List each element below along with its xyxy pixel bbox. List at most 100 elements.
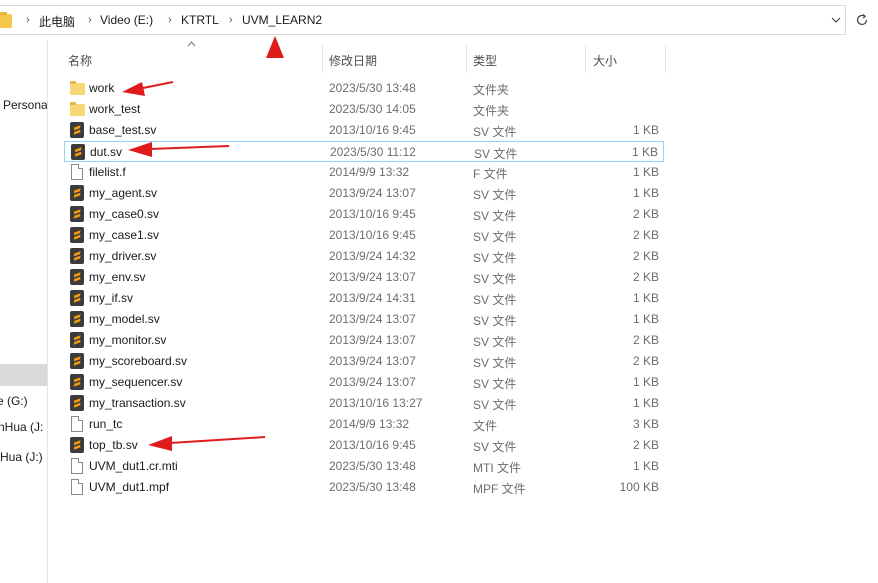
file-type: MPF 文件	[473, 482, 526, 496]
folder-icon	[0, 12, 12, 28]
file-icon	[71, 164, 83, 180]
file-row[interactable]: dut.sv 2023/5/30 11:12 SV 文件 1 KB	[64, 141, 664, 162]
breadcrumb-drive-e[interactable]: Video (E:)	[100, 13, 153, 27]
column-header-type[interactable]: 类型	[467, 40, 585, 76]
file-size: 1 KB	[632, 165, 659, 179]
file-row[interactable]: my_monitor.sv 2013/9/24 13:07 SV 文件 2 KB	[64, 330, 664, 351]
sv-file-icon	[70, 206, 84, 222]
file-row[interactable]: base_test.sv 2013/10/16 9:45 SV 文件 1 KB	[64, 120, 664, 141]
file-size: 2 KB	[632, 249, 659, 263]
file-date: 2013/10/16 9:45	[329, 228, 416, 242]
file-size: 1 KB	[632, 291, 659, 305]
file-date: 2013/10/16 9:45	[329, 207, 416, 221]
file-date: 2023/5/30 13:48	[329, 480, 416, 494]
nav-item-drive-g[interactable]: e (G:)	[0, 390, 47, 412]
file-row[interactable]: my_sequencer.sv 2013/9/24 13:07 SV 文件 1 KB	[64, 372, 664, 393]
file-row[interactable]: top_tb.sv 2013/10/16 9:45 SV 文件 2 KB	[64, 435, 664, 456]
folder-icon	[70, 102, 85, 116]
file-type: SV 文件	[473, 209, 517, 223]
file-type: 文件夹	[473, 83, 510, 97]
file-row[interactable]: UVM_dut1.mpf 2023/5/30 13:48 MPF 文件 100 KB	[64, 477, 664, 498]
file-row[interactable]: my_agent.sv 2013/9/24 13:07 SV 文件 1 KB	[64, 183, 664, 204]
file-row[interactable]: my_case1.sv 2013/10/16 9:45 SV 文件 2 KB	[64, 225, 664, 246]
column-header-name[interactable]: 名称	[64, 40, 322, 76]
chevron-right-icon[interactable]: ›	[26, 14, 30, 26]
file-size: 2 KB	[632, 228, 659, 242]
file-icon	[71, 458, 83, 474]
sv-file-icon	[70, 353, 84, 369]
nav-item-drive-j-1[interactable]: nHua (J:	[0, 416, 47, 438]
breadcrumb-uvm-learn2[interactable]: UVM_LEARN2	[242, 13, 322, 27]
file-date: 2023/5/30 14:05	[329, 102, 416, 116]
address-box[interactable]: › 此电脑 › Video (E:) › KTRTL › UVM_LEARN2	[0, 5, 846, 35]
file-type: SV 文件	[473, 398, 517, 412]
breadcrumb-ktrtl[interactable]: KTRTL	[181, 13, 219, 27]
file-size: 1 KB	[632, 459, 659, 473]
file-name: my_case1.sv	[89, 228, 160, 242]
file-date: 2014/9/9 13:32	[329, 417, 410, 431]
refresh-icon[interactable]	[853, 11, 871, 29]
file-name: filelist.f	[89, 165, 126, 179]
nav-item-selected[interactable]	[0, 364, 47, 386]
file-name: work	[89, 81, 115, 95]
file-date: 2013/9/24 14:31	[329, 291, 416, 305]
sv-file-icon	[70, 185, 84, 201]
breadcrumb-this-pc[interactable]: 此电脑	[39, 13, 75, 30]
file-row[interactable]: run_tc 2014/9/9 13:32 文件 3 KB	[64, 414, 664, 435]
file-type: SV 文件	[473, 188, 517, 202]
column-header-date[interactable]: 修改日期	[323, 40, 466, 76]
file-name: dut.sv	[90, 145, 123, 159]
file-date: 2013/9/24 13:07	[329, 270, 416, 284]
file-size: 1 KB	[631, 145, 658, 159]
file-name: my_transaction.sv	[89, 396, 186, 410]
file-row[interactable]: my_transaction.sv 2013/10/16 13:27 SV 文件 1 …	[64, 393, 664, 414]
file-row[interactable]: my_driver.sv 2013/9/24 14:32 SV 文件 2 KB	[64, 246, 664, 267]
file-row[interactable]: my_scoreboard.sv 2013/9/24 13:07 SV 文件 2 KB	[64, 351, 664, 372]
file-row[interactable]: my_case0.sv 2013/10/16 9:45 SV 文件 2 KB	[64, 204, 664, 225]
file-row[interactable]: UVM_dut1.cr.mti 2023/5/30 13:48 MTI 文件 1 KB	[64, 456, 664, 477]
file-type: SV 文件	[473, 251, 517, 265]
chevron-right-icon[interactable]: ›	[168, 14, 172, 26]
file-type: SV 文件	[473, 377, 517, 391]
file-type: SV 文件	[473, 125, 517, 139]
column-header-label: 修改日期	[329, 54, 378, 68]
file-row[interactable]: my_env.sv 2013/9/24 13:07 SV 文件 2 KB	[64, 267, 664, 288]
sv-file-icon	[71, 144, 85, 160]
file-name: base_test.sv	[89, 123, 157, 137]
sv-file-icon	[70, 227, 84, 243]
file-name: UVM_dut1.cr.mti	[89, 459, 178, 473]
file-row[interactable]: my_model.sv 2013/9/24 13:07 SV 文件 1 KB	[64, 309, 664, 330]
file-date: 2013/10/16 9:45	[329, 438, 416, 452]
file-date: 2013/10/16 9:45	[329, 123, 416, 137]
chevron-right-icon[interactable]: ›	[229, 14, 233, 26]
file-date: 2013/9/24 13:07	[329, 333, 416, 347]
file-type: SV 文件	[473, 272, 517, 286]
nav-item-label: Hua (J:)	[0, 450, 43, 464]
file-row[interactable]: work_test 2023/5/30 14:05 文件夹	[64, 99, 664, 120]
sv-file-icon	[70, 248, 84, 264]
file-row[interactable]: work 2023/5/30 13:48 文件夹	[64, 78, 664, 99]
chevron-right-icon[interactable]: ›	[88, 14, 92, 26]
chevron-down-icon[interactable]	[830, 13, 842, 27]
file-size: 1 KB	[632, 312, 659, 326]
file-row[interactable]: filelist.f 2014/9/9 13:32 F 文件 1 KB	[64, 162, 664, 183]
file-size: 2 KB	[632, 333, 659, 347]
file-date: 2013/9/24 13:07	[329, 312, 416, 326]
file-name: my_driver.sv	[89, 249, 157, 263]
file-type: SV 文件	[473, 335, 517, 349]
file-row[interactable]: my_if.sv 2013/9/24 14:31 SV 文件 1 KB	[64, 288, 664, 309]
column-header-label: 大小	[593, 54, 618, 68]
column-divider[interactable]	[665, 45, 666, 73]
file-date: 2013/9/24 13:07	[329, 354, 416, 368]
file-size: 1 KB	[632, 123, 659, 137]
file-date: 2023/5/30 13:48	[329, 81, 416, 95]
file-name: my_case0.sv	[89, 207, 160, 221]
file-type: SV 文件	[473, 440, 517, 454]
file-name: my_env.sv	[89, 270, 146, 284]
file-type: 文件	[473, 419, 498, 433]
nav-item-drive-j-2[interactable]: Hua (J:)	[0, 446, 47, 468]
column-header-size[interactable]: 大小	[586, 40, 666, 76]
sv-file-icon	[70, 269, 84, 285]
file-name: work_test	[89, 102, 141, 116]
nav-item-personal[interactable]: Persona	[0, 94, 47, 116]
